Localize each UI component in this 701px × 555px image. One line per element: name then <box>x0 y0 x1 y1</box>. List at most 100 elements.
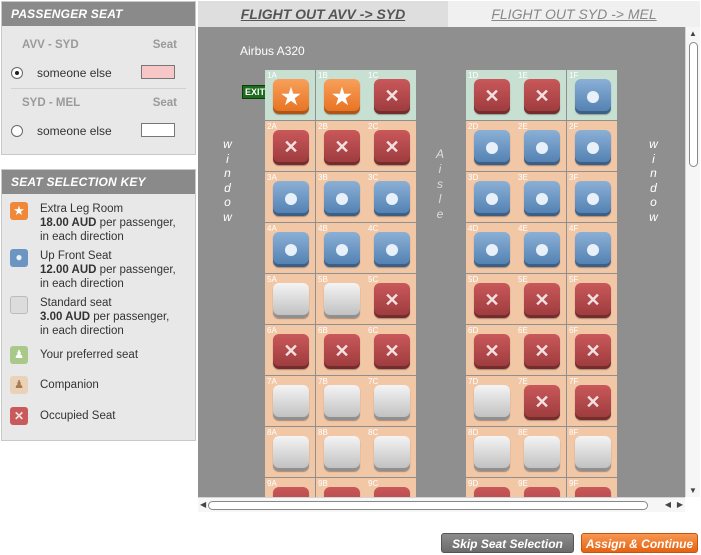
seat-mark: ✕ <box>283 137 299 157</box>
horizontal-scrollbar[interactable]: ◀ ◀ ▶ <box>198 497 685 512</box>
seat-7B[interactable]: 7B <box>316 376 366 426</box>
standard-seat-icon[interactable] <box>273 436 309 471</box>
standard-seat-icon[interactable] <box>324 385 360 420</box>
scroll-left-arrow-icon[interactable]: ◀ <box>665 500 671 509</box>
up-front-seat-icon[interactable] <box>474 232 510 267</box>
seat-3F[interactable]: 3F <box>567 172 617 222</box>
standard-seat-icon[interactable] <box>374 436 410 471</box>
up-front-seat-icon[interactable] <box>575 181 611 216</box>
seat-5A[interactable]: 5A <box>265 274 315 324</box>
seat-8C[interactable]: 8C <box>366 427 416 477</box>
horizontal-scroll-thumb[interactable] <box>208 501 648 510</box>
seat-2C: 2C ✕ <box>366 121 416 171</box>
up-front-seat-icon[interactable] <box>575 79 611 114</box>
seat-8B[interactable]: 8B <box>316 427 366 477</box>
passenger-row-syd-mel[interactable]: someone else <box>11 123 175 139</box>
up-front-seat-icon[interactable] <box>474 130 510 165</box>
seat-mark: ✕ <box>384 341 400 361</box>
seat-4B[interactable]: 4B <box>316 223 366 273</box>
standard-seat-icon[interactable] <box>324 283 360 318</box>
seat-1B[interactable]: 1B ★ <box>316 70 366 120</box>
passenger-radio[interactable] <box>11 67 23 79</box>
tab-flight-syd-mel[interactable]: FLIGHT OUT SYD -> MEL <box>448 1 700 27</box>
scroll-right-arrow-icon[interactable]: ▶ <box>677 500 683 509</box>
passenger-seat-panel: PASSENGER SEAT AVV - SYD Seat someone el… <box>1 1 196 155</box>
label-letter: o <box>650 195 658 209</box>
occupied-seat-icon: ✕ <box>474 283 510 318</box>
seat-9B: 9B✕ <box>316 478 366 497</box>
seat-4E[interactable]: 4E <box>516 223 566 273</box>
occupied-seat-icon: ✕ <box>474 79 510 114</box>
seat-8E[interactable]: 8E <box>516 427 566 477</box>
seat-4A[interactable]: 4A <box>265 223 315 273</box>
seat-7D[interactable]: 7D <box>466 376 516 426</box>
seat-mark <box>374 181 410 216</box>
seat-1F[interactable]: 1F <box>567 70 617 120</box>
seat-8F[interactable]: 8F <box>567 427 617 477</box>
occupied-seat-icon: ✕ <box>374 487 410 497</box>
star-seat-icon[interactable]: ★ <box>324 79 360 114</box>
occupied-seat-icon: ✕ <box>524 283 560 318</box>
up-front-seat-icon[interactable] <box>575 232 611 267</box>
up-front-seat-icon[interactable] <box>273 232 309 267</box>
seat-3A[interactable]: 3A <box>265 172 315 222</box>
scroll-up-arrow-icon[interactable]: ▲ <box>689 29 697 38</box>
vertical-scrollbar[interactable]: ▲ ▼ <box>685 27 700 497</box>
up-front-seat-icon[interactable] <box>374 181 410 216</box>
seat-1A[interactable]: 1A ★ <box>265 70 315 120</box>
seat-8A[interactable]: 8A <box>265 427 315 477</box>
standard-seat-icon[interactable] <box>273 283 309 318</box>
seat-mark <box>273 385 309 420</box>
seat-2F[interactable]: 2F <box>567 121 617 171</box>
preferred-seat-icon: ♟ <box>10 346 28 364</box>
standard-seat-icon[interactable] <box>374 385 410 420</box>
scroll-left-arrow-icon[interactable]: ◀ <box>200 500 206 509</box>
up-front-seat-icon[interactable] <box>324 232 360 267</box>
seat-3B[interactable]: 3B <box>316 172 366 222</box>
seat-mark <box>324 181 360 216</box>
seat-mark <box>374 232 410 267</box>
vertical-scroll-thumb[interactable] <box>689 42 698 167</box>
seat-4C[interactable]: 4C <box>366 223 416 273</box>
standard-seat-icon[interactable] <box>575 436 611 471</box>
seat-mark <box>575 181 611 216</box>
seat-7C[interactable]: 7C <box>366 376 416 426</box>
standard-seat-icon[interactable] <box>474 385 510 420</box>
seat-4F[interactable]: 4F <box>567 223 617 273</box>
standard-seat-icon[interactable] <box>524 436 560 471</box>
occupied-seat-icon: ✕ <box>575 334 611 369</box>
tab-flight-avv-syd[interactable]: FLIGHT OUT AVV -> SYD <box>198 1 448 27</box>
standard-seat-icon[interactable] <box>273 385 309 420</box>
assign-continue-button[interactable]: Assign & Continue <box>581 533 698 553</box>
occupied-seat-icon: ✕ <box>474 487 510 497</box>
up-front-seat-icon[interactable] <box>374 232 410 267</box>
label-letter: i <box>438 162 442 176</box>
up-front-seat-icon[interactable] <box>273 181 309 216</box>
seat-3E[interactable]: 3E <box>516 172 566 222</box>
up-front-seat-icon[interactable] <box>474 181 510 216</box>
up-front-seat-icon[interactable] <box>524 130 560 165</box>
seat-7E: 7E ✕ <box>516 376 566 426</box>
seat-3D[interactable]: 3D <box>466 172 516 222</box>
seat-3C[interactable]: 3C <box>366 172 416 222</box>
seat-4D[interactable]: 4D <box>466 223 516 273</box>
standard-seat-icon[interactable] <box>474 436 510 471</box>
seat-8D[interactable]: 8D <box>466 427 516 477</box>
seat-5B[interactable]: 5B <box>316 274 366 324</box>
standard-seat-icon[interactable] <box>324 436 360 471</box>
star-seat-icon[interactable]: ★ <box>273 79 309 114</box>
seat-1C: 1C ✕ <box>366 70 416 120</box>
up-front-seat-icon[interactable] <box>575 130 611 165</box>
skip-seat-selection-button[interactable]: Skip Seat Selection <box>441 533 574 553</box>
scroll-down-arrow-icon[interactable]: ▼ <box>689 486 697 495</box>
passenger-row-avv-syd[interactable]: someone else <box>11 65 175 81</box>
up-front-seat-icon[interactable] <box>524 181 560 216</box>
seat-7A[interactable]: 7A <box>265 376 315 426</box>
seat-mark <box>273 283 309 318</box>
up-front-seat-icon[interactable] <box>324 181 360 216</box>
seat-2E[interactable]: 2E <box>516 121 566 171</box>
passenger-radio[interactable] <box>11 125 23 137</box>
seat-2D[interactable]: 2D <box>466 121 516 171</box>
up-front-seat-icon[interactable] <box>524 232 560 267</box>
seat-mark <box>474 181 510 216</box>
